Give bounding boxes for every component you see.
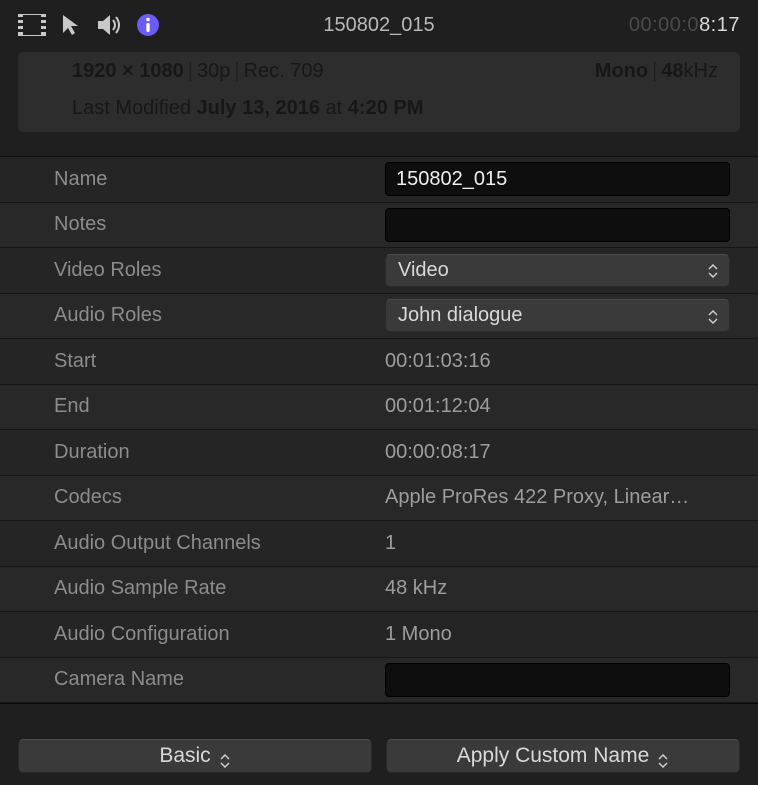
audio-output-channels-value: 1 <box>373 532 758 555</box>
notes-label: Notes <box>0 213 373 236</box>
row-video-roles: Video Roles Video <box>0 248 758 294</box>
camera-name-input[interactable] <box>385 663 730 697</box>
codecs-label: Codecs <box>0 486 373 509</box>
row-name: Name <box>0 157 758 203</box>
properties-table: Name Notes Video Roles Video Audio Roles… <box>0 156 758 704</box>
row-audio-configuration: Audio Configuration 1 Mono <box>0 612 758 658</box>
duration-label: Duration <box>0 441 373 464</box>
inspector-footer: Basic Apply Custom Name <box>0 731 758 785</box>
chevron-updown-icon <box>707 264 719 276</box>
row-start: Start 00:01:03:16 <box>0 339 758 385</box>
end-value[interactable]: 00:01:12:04 <box>373 395 758 418</box>
name-input[interactable] <box>385 162 730 196</box>
row-audio-output-channels: Audio Output Channels 1 <box>0 521 758 567</box>
audio-roles-label: Audio Roles <box>0 304 373 327</box>
chevron-updown-icon <box>657 750 669 762</box>
source-timecode: 00:00:08:17 <box>629 14 740 37</box>
chevron-updown-icon <box>219 750 231 762</box>
row-end: End 00:01:12:04 <box>0 385 758 431</box>
audio-configuration-label: Audio Configuration <box>0 623 373 646</box>
end-label: End <box>0 395 373 418</box>
notes-input[interactable] <box>385 208 730 242</box>
start-label: Start <box>0 350 373 373</box>
metadata-view-select[interactable]: Basic <box>18 739 372 773</box>
audio-roles-select[interactable]: John dialogue <box>385 299 730 332</box>
clip-info-summary: 1920 × 1080|30p|Rec. 709 Mono|48kHz Last… <box>18 52 740 132</box>
cursor-icon[interactable] <box>60 13 82 37</box>
video-roles-select[interactable]: Video <box>385 254 730 287</box>
apply-custom-name-select[interactable]: Apply Custom Name <box>386 739 740 773</box>
audio-sample-rate-label: Audio Sample Rate <box>0 577 373 600</box>
audio-sample-rate-value: 48 kHz <box>373 577 758 600</box>
row-duration: Duration 00:00:08:17 <box>0 430 758 476</box>
info-icon[interactable] <box>136 13 160 37</box>
row-codecs: Codecs Apple ProRes 422 Proxy, Linear… <box>0 476 758 522</box>
audio-configuration-value: 1 Mono <box>373 623 758 646</box>
start-value[interactable]: 00:01:03:16 <box>373 350 758 373</box>
row-audio-roles: Audio Roles John dialogue <box>0 294 758 340</box>
video-roles-label: Video Roles <box>0 259 373 282</box>
inspector-tab-bar: 150802_015 00:00:08:17 <box>0 0 758 48</box>
codecs-value: Apple ProRes 422 Proxy, Linear… <box>373 486 758 509</box>
name-label: Name <box>0 168 373 191</box>
speaker-icon[interactable] <box>96 14 122 36</box>
row-camera-name: Camera Name <box>0 658 758 704</box>
duration-value: 00:00:08:17 <box>373 441 758 464</box>
audio-output-channels-label: Audio Output Channels <box>0 532 373 555</box>
row-audio-sample-rate: Audio Sample Rate 48 kHz <box>0 567 758 613</box>
filmstrip-icon[interactable] <box>18 14 46 36</box>
row-notes: Notes <box>0 203 758 249</box>
camera-name-label: Camera Name <box>0 668 373 691</box>
chevron-updown-icon <box>707 310 719 322</box>
